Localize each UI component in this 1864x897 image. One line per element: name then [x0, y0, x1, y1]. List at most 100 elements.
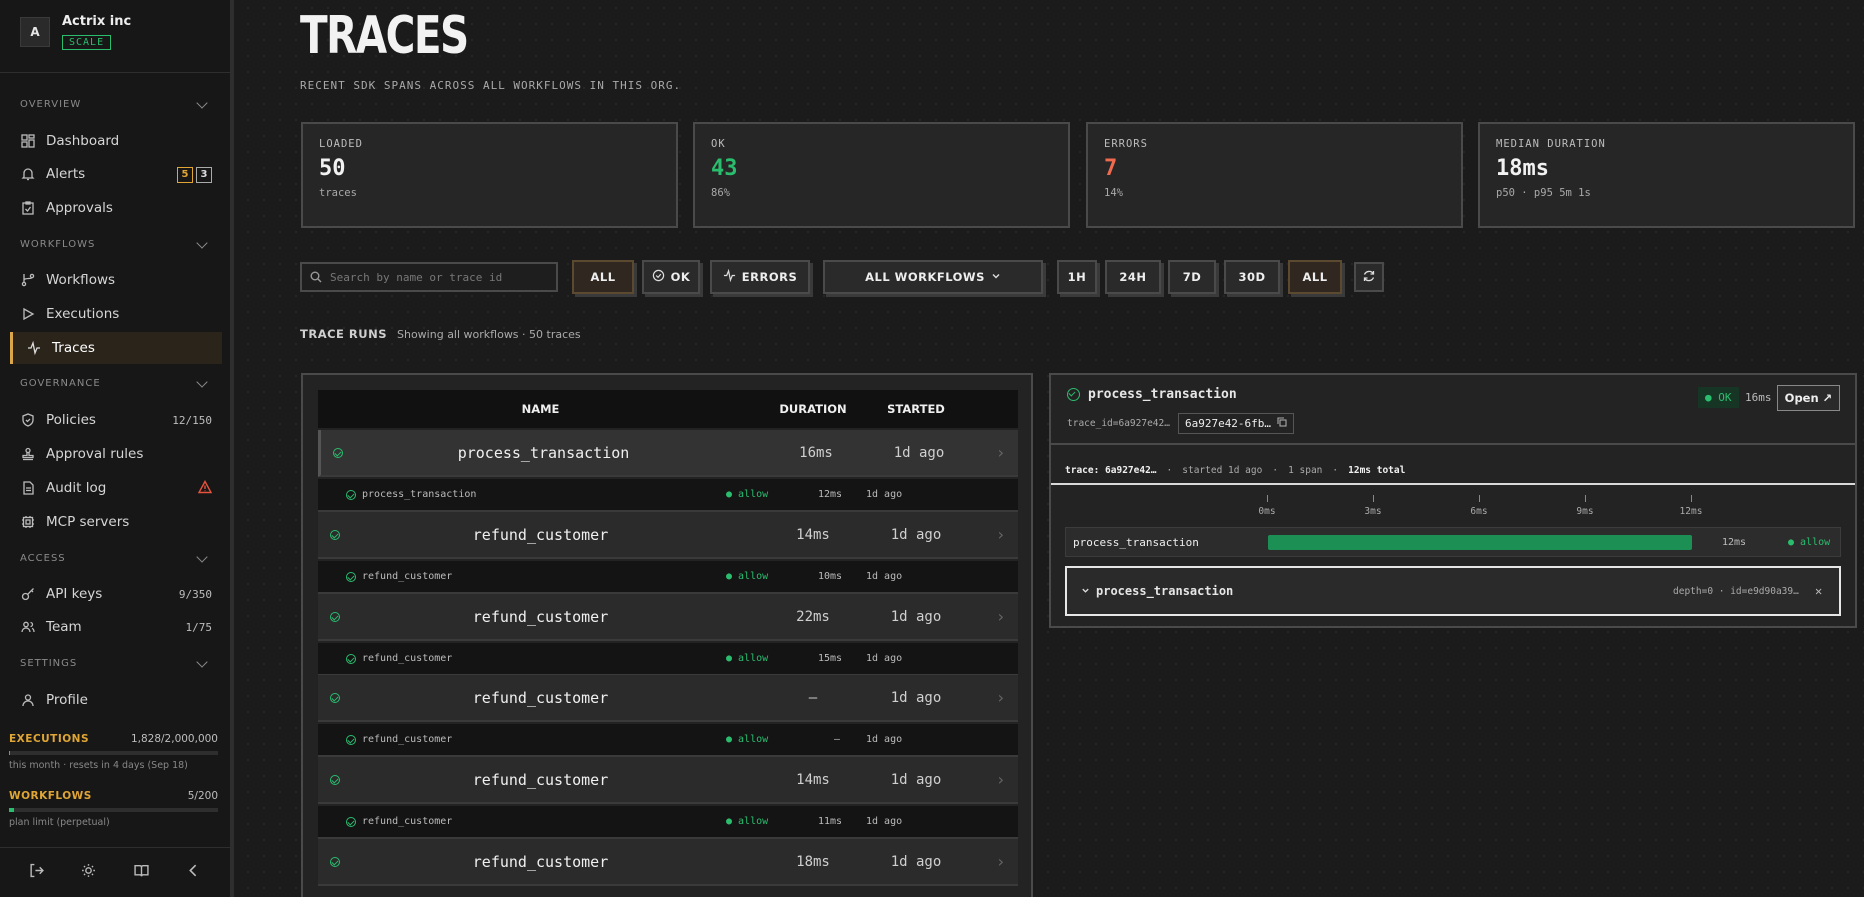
sidebar-divider [0, 72, 230, 73]
span-row[interactable]: refund_customer ● allow 10ms 1d ago [318, 561, 1018, 594]
section-settings[interactable]: SETTINGS [20, 655, 208, 669]
table-row[interactable]: refund_customer 14ms 1d ago › [318, 512, 1018, 559]
table-row[interactable]: process_transaction 16ms 1d ago › [318, 430, 1018, 477]
sidebar-item-label: Alerts [46, 166, 86, 182]
sidebar-item-approval-rules[interactable]: Approval rules [10, 438, 222, 470]
section-governance[interactable]: GOVERNANCE [20, 375, 208, 389]
range-30d-label: 30D [1238, 270, 1266, 284]
span-row[interactable]: refund_customer ● allow 15ms 1d ago [318, 643, 1018, 676]
range-24h-button[interactable]: 24H [1105, 260, 1161, 294]
org-avatar: A [20, 17, 50, 47]
trace-duration: — [808, 689, 818, 706]
org-switcher[interactable]: A Actrix inc SCALE [20, 14, 131, 50]
table-row[interactable]: refund_customer 14ms 1d ago › [318, 757, 1018, 804]
range-7d-button[interactable]: 7D [1168, 260, 1216, 294]
stat-note: p50 · p95 5m 1s [1496, 187, 1591, 199]
sidebar-item-profile[interactable]: Profile [10, 684, 222, 716]
range-1h-button[interactable]: 1H [1057, 260, 1097, 294]
sidebar-item-policies[interactable]: Policies 12/150 [10, 404, 222, 436]
trace-started: 1d ago [893, 444, 945, 461]
sidebar-item-traces[interactable]: Traces [10, 332, 222, 364]
bell-icon [20, 166, 36, 182]
span-details-expanded[interactable]: process_transaction depth=0 · id=e9d90a3… [1065, 566, 1841, 616]
span-row[interactable]: process_transaction ● allow 12ms 1d ago [318, 479, 1018, 512]
copy-icon [1277, 417, 1287, 430]
collapse-sidebar-icon[interactable] [186, 863, 201, 882]
table-row[interactable]: refund_customer — 1d ago › [318, 675, 1018, 722]
page-title: TRACES [300, 6, 469, 66]
table-row[interactable]: refund_customer 22ms 1d ago › [318, 594, 1018, 641]
open-trace-button[interactable]: Open ↗ [1777, 385, 1840, 411]
trace-started: 1d ago [890, 689, 942, 706]
status-errors-button[interactable]: ERRORS [710, 260, 810, 294]
logout-icon[interactable] [29, 863, 44, 882]
trace-runs-table: NAME DURATION STARTED process_transactio… [301, 373, 1033, 897]
section-overview[interactable]: OVERVIEW [20, 96, 208, 110]
check-circle-icon [652, 269, 665, 285]
theme-toggle-icon[interactable] [81, 863, 96, 882]
timeline-span-row[interactable]: process_transaction 12ms ● allow [1065, 527, 1841, 557]
sidebar-item-label: Executions [46, 306, 120, 322]
detail-title: process_transaction [1067, 387, 1237, 402]
main-content: TRACES RECENT SDK SPANS ACROSS ALL WORKF… [238, 0, 1864, 897]
status-all-button[interactable]: ALL [572, 260, 634, 294]
open-label: Open ↗ [1784, 391, 1833, 405]
span-name: refund_customer [362, 734, 453, 745]
span-name: refund_customer [362, 571, 453, 582]
page-subtitle: RECENT SDK SPANS ACROSS ALL WORKFLOWS IN… [300, 79, 682, 92]
sidebar-item-mcp-servers[interactable]: MCP servers [10, 506, 222, 538]
span-decision: ● allow [726, 734, 769, 745]
span-duration-bar [1268, 535, 1692, 550]
sidebar-item-alerts[interactable]: Alerts 53 [10, 158, 222, 190]
sidebar-item-label: API keys [46, 586, 103, 602]
search-input[interactable] [330, 270, 550, 284]
timeline-tick: 9ms [1565, 495, 1605, 517]
chevron-right-icon: › [997, 443, 1004, 462]
stat-value: 50 [319, 156, 346, 181]
range-all-button[interactable]: ALL [1288, 260, 1342, 294]
check-circle-icon [346, 816, 356, 827]
status-ok-button[interactable]: OK [642, 260, 700, 294]
workflow-select[interactable]: ALL WORKFLOWS [823, 260, 1043, 294]
trace-name: refund_customer [472, 688, 609, 707]
divider [1051, 483, 1855, 485]
copy-trace-id-button[interactable]: 6a927e42-6fb… [1177, 413, 1295, 434]
alerts-warning-badge: 5 [177, 167, 193, 183]
stat-label: MEDIAN DURATION [1496, 138, 1606, 150]
sidebar-item-label: MCP servers [46, 514, 130, 530]
timeline-tick: 0ms [1247, 495, 1287, 517]
trace-started: 1d ago [890, 853, 942, 870]
separator: · [1332, 465, 1339, 476]
sidebar-item-workflows[interactable]: Workflows [10, 264, 222, 296]
sidebar-item-team[interactable]: Team 1/75 [10, 611, 222, 643]
span-decision: ● allow [726, 653, 769, 664]
sidebar-item-executions[interactable]: Executions [10, 298, 222, 330]
sidebar-item-dashboard[interactable]: Dashboard [10, 125, 222, 157]
column-duration: DURATION [779, 402, 847, 416]
trace-duration: 14ms [796, 526, 830, 543]
status-badge: ● OK [1698, 387, 1739, 408]
expanded-span-meta: depth=0 · id=e9d90a39… [1673, 585, 1799, 597]
section-access[interactable]: ACCESS [20, 550, 208, 564]
close-icon[interactable]: ✕ [1815, 584, 1822, 598]
search-box[interactable] [300, 262, 558, 292]
stat-card-median-duration: MEDIAN DURATION 18ms p50 · p95 5m 1s [1478, 122, 1855, 228]
sidebar-item-api-keys[interactable]: API keys 9/350 [10, 578, 222, 610]
span-row[interactable]: refund_customer ● allow 11ms 1d ago [318, 806, 1018, 839]
detail-duration: 16ms [1745, 391, 1772, 404]
sidebar-item-audit-log[interactable]: Audit log [10, 472, 222, 504]
span-started: 1d ago [866, 653, 903, 664]
section-workflows[interactable]: WORKFLOWS [20, 236, 208, 250]
check-circle-icon [1067, 388, 1080, 401]
refresh-button[interactable] [1354, 262, 1384, 292]
range-30d-button[interactable]: 30D [1224, 260, 1280, 294]
table-row[interactable]: refund_customer 18ms 1d ago › [318, 839, 1018, 886]
check-circle-icon [346, 571, 356, 582]
workflow-select-label: ALL WORKFLOWS [865, 270, 985, 284]
span-row[interactable]: refund_customer ● allow — 1d ago [318, 724, 1018, 757]
section-governance-label: GOVERNANCE [20, 378, 101, 389]
sidebar-item-approvals[interactable]: Approvals [10, 192, 222, 224]
docs-book-icon[interactable] [134, 863, 149, 882]
separator: · [1272, 465, 1279, 476]
section-settings-label: SETTINGS [20, 658, 78, 669]
